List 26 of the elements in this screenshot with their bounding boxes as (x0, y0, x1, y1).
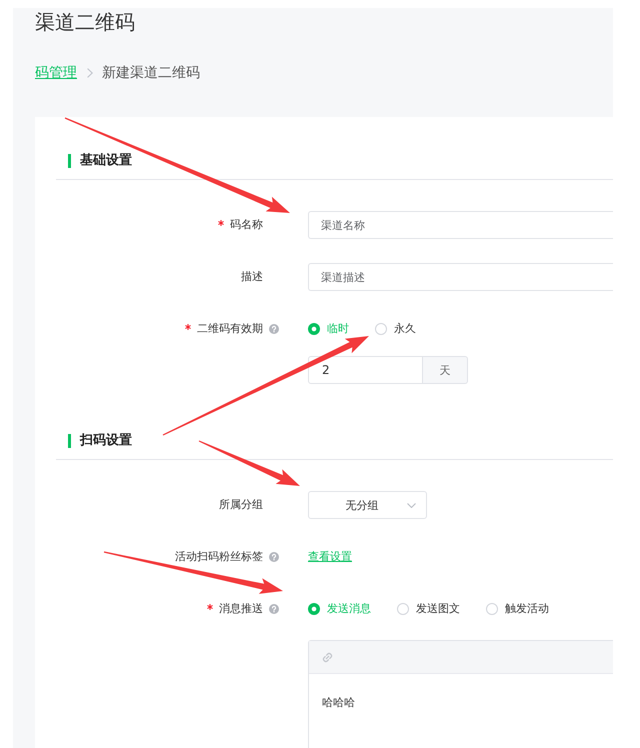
section-title: 扫码设置 (68, 434, 132, 448)
link-icon[interactable] (322, 652, 333, 662)
help-icon[interactable] (269, 552, 279, 562)
text-input[interactable]: 渠道描述 (308, 263, 613, 291)
field-label: 消息推送 (219, 602, 263, 616)
editor-text: 哈哈哈 (322, 696, 355, 709)
section-title: 基础设置 (68, 154, 132, 168)
chevron-down-icon (407, 502, 416, 508)
field-label: 二维码有效期 (197, 322, 263, 336)
radio-option[interactable]: 触发活动 (486, 602, 549, 616)
help-icon[interactable] (269, 604, 279, 614)
radio-option[interactable]: 永久 (375, 322, 416, 336)
group-select[interactable]: 无分组 (308, 491, 427, 519)
page-title: 渠道二维码 (35, 9, 135, 36)
chevron-right-icon (87, 68, 93, 78)
number-input[interactable]: 2 (308, 356, 423, 384)
field-label: 码名称 (230, 218, 263, 232)
rich-text-editor[interactable]: 哈哈哈 (308, 640, 613, 748)
radio-option[interactable]: 发送图文 (397, 602, 460, 616)
text-input[interactable]: 渠道名称 (308, 211, 613, 239)
field-label: 所属分组 (219, 498, 263, 512)
unit-addon: 天 (423, 356, 468, 384)
help-icon[interactable] (269, 324, 279, 334)
breadcrumb-current: 新建渠道二维码 (102, 64, 200, 83)
field-label: 描述 (241, 270, 263, 284)
field-label: 活动扫码粉丝标签 (175, 550, 263, 564)
